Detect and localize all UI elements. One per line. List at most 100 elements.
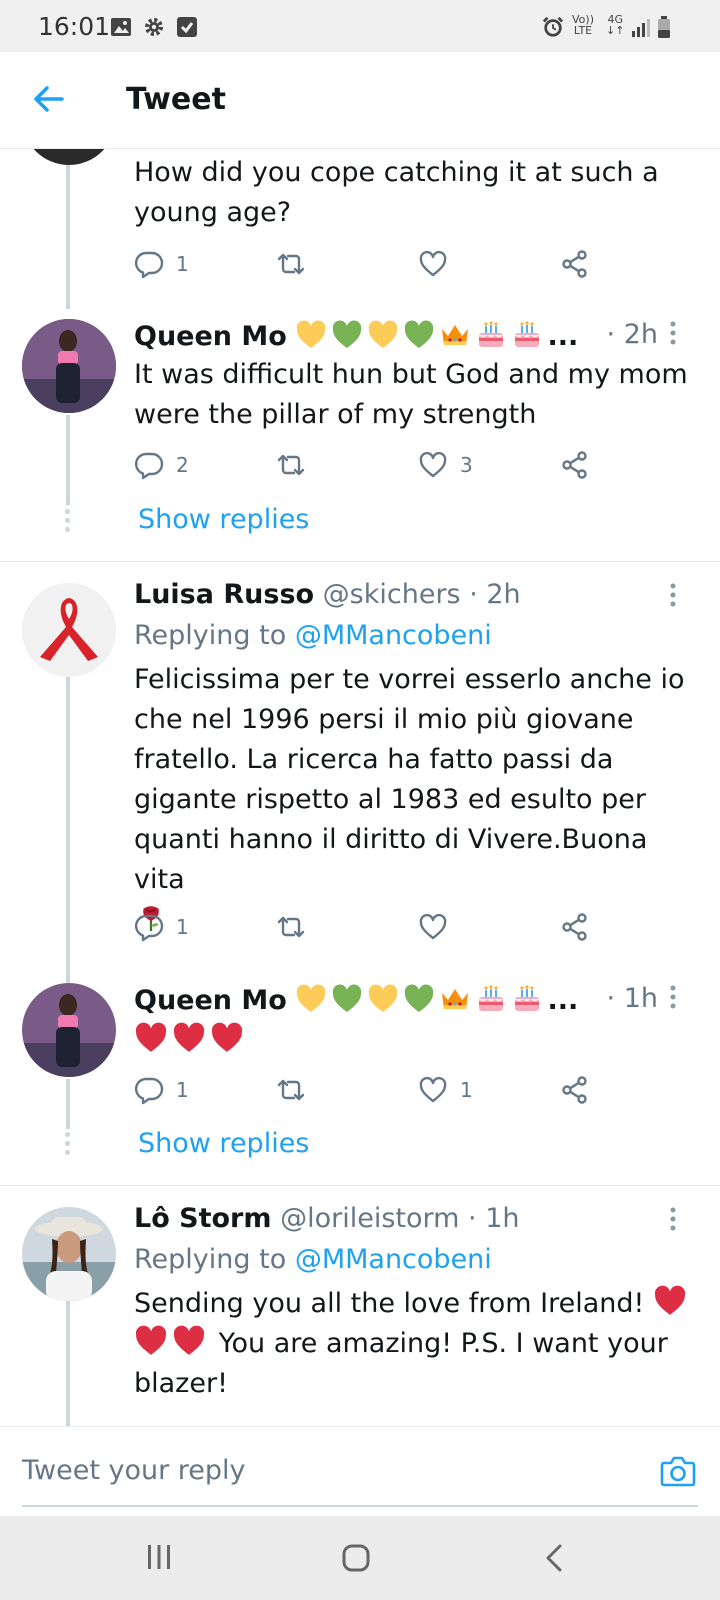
reply-icon [134, 1075, 164, 1105]
reply-count: 1 [176, 1078, 189, 1102]
yellow-heart-emoji [367, 983, 399, 1015]
avatar-photo [22, 1207, 116, 1301]
green-heart-emoji [403, 983, 435, 1015]
like-button[interactable]: 3 [418, 448, 473, 482]
author-handle: @skichers · 2h [322, 579, 521, 610]
yellow-heart-emoji [367, 319, 399, 351]
avatar[interactable] [22, 1207, 116, 1301]
reply-button[interactable]: 1 [134, 1073, 189, 1107]
retweet-button[interactable] [276, 247, 306, 281]
avatar[interactable] [22, 319, 116, 413]
recent-apps-icon[interactable] [146, 1544, 172, 1570]
green-heart-emoji [331, 319, 363, 351]
reply-button[interactable]: 1 [134, 247, 189, 281]
reply-button[interactable]: 1 [134, 910, 189, 944]
cake-emoji [475, 983, 507, 1015]
tweet-author[interactable]: Queen Mo ... [134, 983, 578, 1016]
thread-dots [65, 509, 71, 536]
red-heart-emoji [134, 1324, 168, 1358]
retweet-button[interactable] [276, 448, 306, 482]
mention-link[interactable]: @MMancobeni [295, 1244, 492, 1275]
thread-line [66, 1301, 70, 1426]
back-arrow-icon[interactable] [32, 82, 66, 116]
system-nav-bar [0, 1516, 720, 1600]
yellow-heart-emoji [295, 319, 327, 351]
reply-icon [134, 249, 164, 279]
tweet-text: Sending you all the love from Ireland! Y… [134, 1284, 700, 1404]
home-icon[interactable] [342, 1544, 370, 1572]
share-button[interactable] [560, 247, 590, 281]
like-button[interactable] [418, 910, 448, 944]
reply-icon [134, 450, 164, 480]
retweet-icon [276, 450, 306, 480]
tweet-text: Felicissima per te vorrei esserlo anche … [134, 660, 700, 940]
share-button[interactable] [560, 1073, 590, 1107]
retweet-icon [276, 912, 306, 942]
author-name: Lô Storm [134, 1203, 272, 1234]
tweet-author[interactable]: Luisa Russo @skichers · 2h [134, 579, 521, 610]
more-icon[interactable] [670, 985, 676, 1009]
like-icon [418, 450, 448, 480]
status-bar: 16:01 Vo)) LTE 4G ↓↑ [0, 0, 720, 52]
author-name: Queen Mo [134, 985, 287, 1016]
red-heart-emoji [210, 1021, 244, 1055]
more-icon[interactable] [670, 321, 676, 345]
reply-input[interactable]: Tweet your reply [22, 1455, 246, 1486]
retweet-button[interactable] [276, 1073, 306, 1107]
back-nav-icon[interactable] [544, 1544, 564, 1572]
retweet-button[interactable] [276, 910, 306, 944]
network-4g-indicator: 4G ↓↑ [606, 13, 625, 37]
show-replies-link[interactable]: Show replies [138, 504, 309, 535]
like-button[interactable] [418, 247, 448, 281]
battery-icon [658, 16, 670, 38]
tweet-author[interactable]: Lô Storm @lorileistorm · 1h [134, 1203, 519, 1234]
share-button[interactable] [560, 910, 590, 944]
replying-to: Replying to @MMancobeni [134, 1244, 492, 1275]
reply-count: 2 [176, 453, 189, 477]
reply-count: 1 [176, 915, 189, 939]
thread-line [66, 1079, 70, 1129]
tweet-actions: 2 3 [134, 448, 614, 482]
status-time: 16:01 [38, 12, 111, 41]
name-ellipsis: ... [547, 985, 579, 1016]
divider [0, 561, 720, 562]
crown-emoji [439, 983, 471, 1015]
retweet-icon [276, 1075, 306, 1105]
more-icon[interactable] [670, 583, 676, 607]
tweet-text: It was difficult hun but God and my mom … [134, 359, 688, 430]
crown-emoji [439, 319, 471, 351]
red-heart-emoji [134, 1021, 168, 1055]
camera-icon[interactable] [660, 1455, 696, 1487]
replying-to: Replying to @MMancobeni [134, 620, 492, 651]
author-handle: @lorileistorm · 1h [280, 1203, 520, 1234]
like-icon [418, 912, 448, 942]
avatar-photo [22, 983, 116, 1077]
name-ellipsis: ... [547, 321, 579, 352]
share-icon [560, 450, 590, 480]
avatar[interactable] [22, 149, 116, 165]
mention-link[interactable]: @MMancobeni [295, 620, 492, 651]
thread-line [66, 149, 70, 309]
tweet-text [134, 1021, 700, 1061]
tweet-author[interactable]: Queen Mo ... [134, 319, 578, 352]
divider [0, 1185, 720, 1186]
share-button[interactable] [560, 448, 590, 482]
like-icon [418, 249, 448, 279]
share-icon [560, 249, 590, 279]
tweet-time[interactable]: · 1h [607, 983, 658, 1014]
like-button[interactable]: 1 [418, 1073, 473, 1107]
avatar[interactable] [22, 583, 116, 677]
gallery-icon [111, 18, 131, 36]
green-heart-emoji [331, 983, 363, 1015]
cake-emoji [511, 983, 543, 1015]
more-icon[interactable] [670, 1207, 676, 1231]
red-heart-emoji [653, 1284, 687, 1318]
avatar[interactable] [22, 983, 116, 1077]
red-heart-emoji [172, 1324, 206, 1358]
thread-line [66, 677, 70, 983]
tweet-time[interactable]: · 2h [607, 319, 658, 350]
reply-button[interactable]: 2 [134, 448, 189, 482]
app-header: Tweet [0, 52, 720, 149]
reply-count: 1 [176, 252, 189, 276]
show-replies-link[interactable]: Show replies [138, 1128, 309, 1159]
